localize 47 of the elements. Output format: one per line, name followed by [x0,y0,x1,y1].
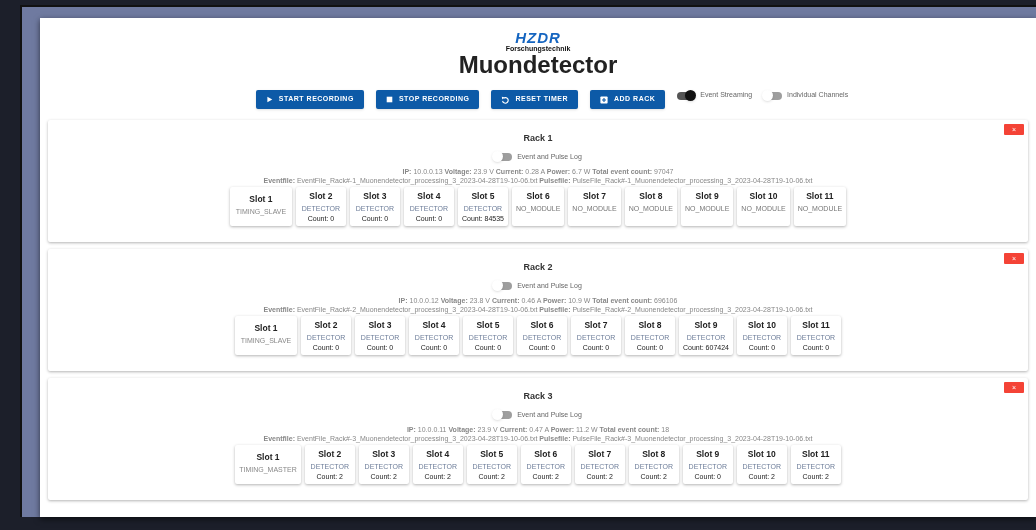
add-box-icon [599,95,608,104]
rack-title: Rack 2 [523,261,553,274]
slot-title: Slot 2 [318,449,342,460]
slot-title: Slot 8 [638,320,662,331]
slot-title: Slot 6 [534,449,558,460]
rack-title: Rack 3 [523,390,553,403]
slot-title: Slot 9 [696,449,720,460]
slot-title: Slot 9 [695,191,719,202]
reset-icon [501,95,510,104]
slot-title: Slot 7 [584,320,608,331]
slot-title: Slot 8 [642,449,666,460]
toggle-switch[interactable] [494,152,513,161]
page-title: Muondetector [458,52,618,78]
toggle-switch[interactable] [494,281,513,290]
slot-title: Slot 2 [314,320,338,331]
slot-title: Slot 1 [256,452,280,463]
slot-title: Slot 8 [639,191,663,202]
slot-title: Slot 6 [530,320,554,331]
slot-title: Slot 3 [372,449,396,460]
slot-title: Slot 6 [526,191,550,202]
toggle-switch[interactable] [677,91,696,100]
slot-title: Slot 7 [582,191,607,202]
slot-title: Slot 5 [480,449,504,460]
toggle-switch[interactable] [764,91,783,100]
rack-title: Rack 1 [523,132,553,145]
slot-title: Slot 11 [802,449,830,460]
logo: HZDR [515,30,561,45]
slot-title: Slot 10 [749,191,778,202]
slot-title: Slot 10 [748,320,776,331]
slot-title: Slot 4 [417,191,441,202]
slot-title: Slot 10 [747,449,776,460]
slot-title: Slot 1 [254,323,278,334]
stop-icon [385,96,393,103]
slot-title: Slot 4 [426,449,450,460]
slot-title: Slot 5 [476,320,500,331]
slot-title: Slot 5 [471,191,495,202]
slot-title: Slot 11 [806,191,834,202]
play-icon [265,96,273,103]
slot-title: Slot 4 [422,320,446,331]
slot-title: Slot 3 [363,191,387,202]
slot-title: Slot 3 [368,320,392,331]
slot-title: Slot 7 [588,449,612,460]
toggle-switch[interactable] [494,410,513,419]
slot-title: Slot 9 [694,320,718,331]
slot-title: Slot 2 [309,191,333,202]
slot-title: Slot 1 [249,194,273,205]
slot-title: Slot 11 [802,320,830,331]
